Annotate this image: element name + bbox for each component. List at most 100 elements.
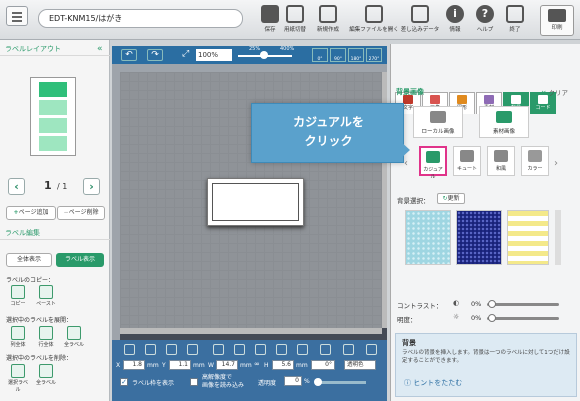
category-next-icon[interactable]: › bbox=[554, 158, 561, 170]
rotate-180-button[interactable]: 180° bbox=[348, 48, 364, 62]
paste-label: ペースト bbox=[36, 301, 56, 307]
refresh-button[interactable]: ↻更新 bbox=[437, 193, 465, 204]
cut-icon[interactable] bbox=[145, 344, 156, 355]
transparent-color-button[interactable]: 透明色 bbox=[344, 360, 376, 370]
hide-hint-link[interactable]: ⓘ ヒントをたたむ bbox=[404, 378, 462, 388]
rotate-0-button[interactable]: 0° bbox=[312, 48, 328, 62]
layout-label[interactable] bbox=[39, 100, 67, 115]
canvas-h-scrollbar[interactable] bbox=[120, 328, 382, 334]
expand-column-button[interactable]: 列全体 bbox=[6, 326, 30, 348]
align-right-icon[interactable] bbox=[255, 344, 266, 355]
menu-icon bbox=[12, 12, 22, 14]
paste-icon bbox=[39, 285, 53, 299]
paper-switch-icon bbox=[286, 5, 304, 23]
category-cute[interactable]: キュート bbox=[453, 146, 481, 176]
category-japanese[interactable]: 和風 bbox=[487, 146, 515, 176]
brightness-slider[interactable] bbox=[487, 317, 559, 320]
left-panel: ラベルレイアウト « ‹ 1 / 1 › +ページ追加 −ページ削除 ラベル編集… bbox=[0, 40, 110, 401]
prev-page-button[interactable]: ‹ bbox=[8, 178, 25, 195]
show-frame-checkbox[interactable]: ✓ bbox=[120, 378, 128, 386]
casual-icon bbox=[426, 151, 440, 163]
vertical-ruler bbox=[112, 64, 120, 340]
link-icon[interactable]: ∞ bbox=[254, 360, 260, 368]
canvas-toolbar: ↶ ↷ ⤢ 100% 25% 400% 0° 90° 180° 270° bbox=[112, 46, 387, 64]
row-label: 行全体 bbox=[38, 342, 54, 348]
opacity-slider[interactable] bbox=[316, 381, 366, 384]
contrast-slider[interactable] bbox=[487, 303, 559, 306]
duplicate-icon[interactable] bbox=[166, 344, 177, 355]
align-center-icon[interactable] bbox=[234, 344, 245, 355]
merge-data-button[interactable]: 差し込みデータ bbox=[400, 4, 440, 38]
exit-button[interactable]: 終了 bbox=[496, 4, 534, 38]
w-input[interactable]: 14.7 bbox=[216, 360, 238, 370]
redo-icon[interactable]: ↷ bbox=[147, 49, 163, 61]
y-unit: mm bbox=[193, 362, 205, 369]
x-input[interactable]: 1.8 bbox=[123, 360, 145, 370]
delete-selected-button[interactable]: 選択ラベル bbox=[6, 364, 30, 393]
opacity-slider-knob[interactable] bbox=[314, 378, 322, 386]
rotate-270-button[interactable]: 270° bbox=[366, 48, 382, 62]
layout-label[interactable] bbox=[39, 118, 67, 133]
category-casual[interactable]: カジュアル bbox=[419, 146, 447, 180]
paste-object-icon[interactable] bbox=[187, 344, 198, 355]
local-image-button[interactable]: ローカル画像 bbox=[413, 106, 463, 138]
expand-all-button[interactable]: 全ラベル bbox=[62, 326, 86, 348]
show-frame-label: ラベル枠を表示 bbox=[132, 380, 175, 387]
trash-icon[interactable] bbox=[124, 344, 135, 355]
category-prev-icon[interactable]: ‹ bbox=[404, 158, 411, 170]
hint-title: 背景 bbox=[402, 339, 416, 347]
h-input[interactable]: 5.6 bbox=[272, 360, 294, 370]
align-left-icon[interactable] bbox=[213, 344, 224, 355]
add-page-button[interactable]: +ページ追加 bbox=[6, 206, 56, 220]
layout-thumbnail[interactable] bbox=[30, 77, 76, 156]
material-image-button[interactable]: 素材画像 bbox=[479, 106, 529, 138]
x-unit: mm bbox=[147, 362, 159, 369]
align-top-icon[interactable] bbox=[276, 344, 287, 355]
label-card[interactable] bbox=[207, 178, 304, 226]
file-title-field[interactable]: EDT-KNM15/はがき bbox=[38, 9, 243, 28]
collapse-icon[interactable]: « bbox=[97, 45, 105, 54]
bg-swatch-yellow-stripes[interactable] bbox=[507, 210, 549, 265]
lock-icon[interactable] bbox=[343, 344, 354, 355]
paste-button[interactable]: ペースト bbox=[34, 285, 58, 307]
contrast-knob[interactable] bbox=[488, 300, 496, 308]
category-color[interactable]: カラー bbox=[521, 146, 549, 176]
background-icon bbox=[511, 95, 521, 104]
material-image-icon bbox=[496, 111, 512, 123]
print-button[interactable]: 印刷 bbox=[540, 5, 574, 36]
zoom-select[interactable]: 100% bbox=[196, 49, 232, 61]
zoom-slider-knob[interactable] bbox=[260, 51, 268, 59]
undo-icon[interactable]: ↶ bbox=[121, 49, 137, 61]
menu-button[interactable] bbox=[6, 6, 28, 26]
view-label-button[interactable]: ラベル表示 bbox=[56, 253, 104, 267]
expand-row-button[interactable]: 行全体 bbox=[34, 326, 58, 348]
brightness-knob[interactable] bbox=[488, 314, 496, 322]
next-page-button[interactable]: › bbox=[83, 178, 100, 195]
opacity-input[interactable]: 0 bbox=[284, 376, 302, 386]
fit-icon[interactable]: ⤢ bbox=[182, 49, 189, 59]
bg-swatch-lightblue[interactable] bbox=[405, 210, 451, 265]
japanese-icon bbox=[494, 150, 508, 162]
refresh-label: 更新 bbox=[447, 195, 460, 202]
clear-button[interactable]: ✕ クリア bbox=[541, 87, 568, 97]
resize-icon[interactable] bbox=[320, 344, 331, 355]
copy-button[interactable]: コピー bbox=[6, 285, 30, 307]
printer-icon bbox=[548, 9, 566, 22]
new-document-button[interactable]: 新規作成 bbox=[306, 4, 350, 38]
swatch-scrollbar[interactable] bbox=[555, 210, 561, 265]
angle-input[interactable]: 0° bbox=[311, 360, 335, 370]
info-icon: i bbox=[446, 5, 464, 23]
bg-swatch-navy[interactable] bbox=[456, 210, 502, 265]
open-file-button[interactable]: 編集ファイルを開く bbox=[348, 4, 400, 38]
delete-page-button[interactable]: −ページ削除 bbox=[57, 206, 105, 220]
hq-image-checkbox[interactable] bbox=[190, 378, 198, 386]
layout-label[interactable] bbox=[39, 136, 67, 151]
align-bottom-icon[interactable] bbox=[297, 344, 308, 355]
all-labels-icon bbox=[67, 326, 81, 340]
view-all-button[interactable]: 全体表示 bbox=[6, 253, 52, 267]
layout-label-selected[interactable] bbox=[39, 82, 67, 97]
delete-all-button[interactable]: 全ラベル bbox=[34, 364, 58, 386]
y-input[interactable]: 1.1 bbox=[169, 360, 191, 370]
rotate-90-button[interactable]: 90° bbox=[330, 48, 346, 62]
layer-icon[interactable] bbox=[366, 344, 377, 355]
